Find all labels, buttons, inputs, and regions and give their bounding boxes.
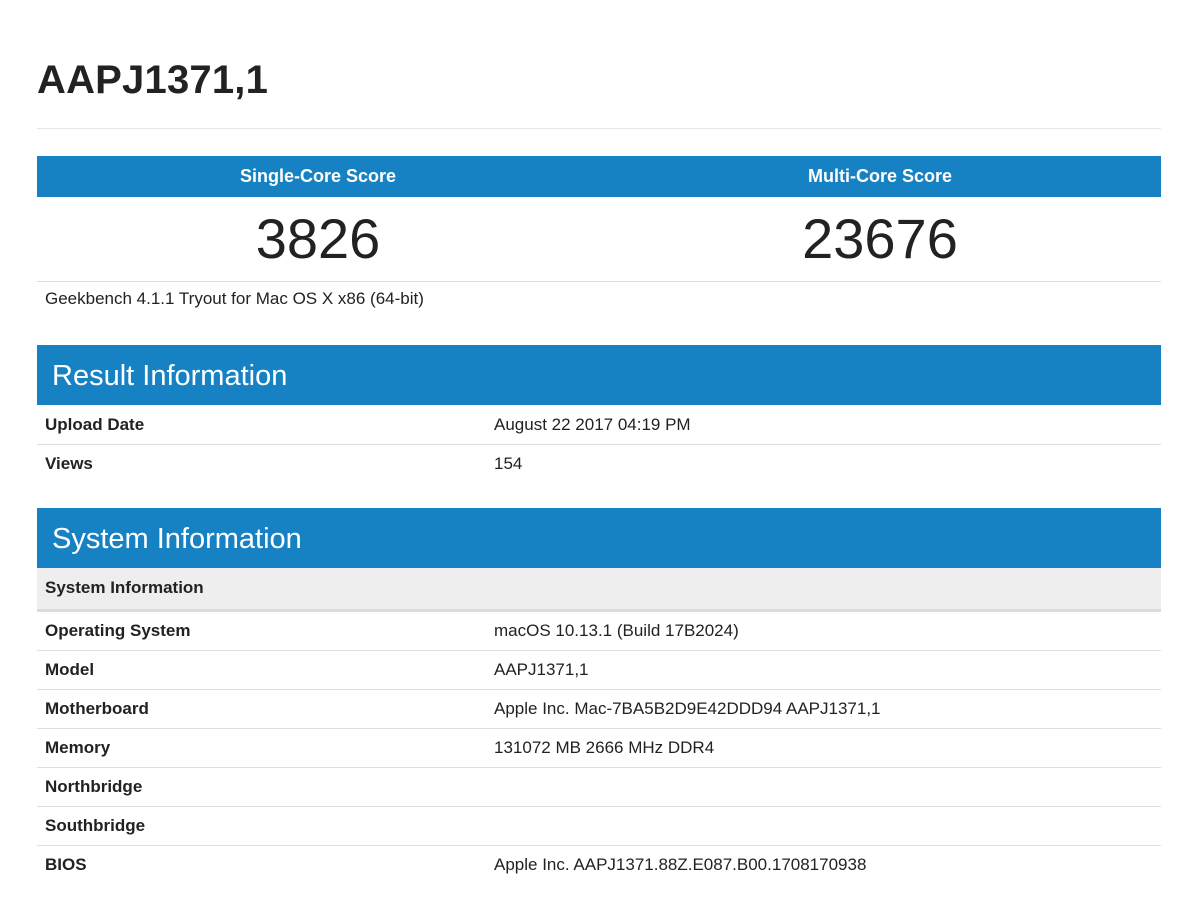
row-label: Southbridge — [45, 816, 146, 835]
row-value: August 22 2017 04:19 PM — [494, 415, 691, 434]
row-label: Northbridge — [45, 777, 143, 796]
single-core-score: 3826 — [255, 207, 381, 270]
table-row: Operating System macOS 10.13.1 (Build 17… — [37, 612, 1161, 651]
table-row: Northbridge — [37, 768, 1161, 807]
result-information-heading: Result Information — [37, 345, 1161, 405]
table-row: Model AAPJ1371,1 — [37, 651, 1161, 690]
row-label: Motherboard — [45, 699, 149, 718]
row-value: AAPJ1371,1 — [494, 660, 589, 679]
title-divider — [37, 128, 1161, 129]
row-label: BIOS — [45, 855, 87, 874]
subheading-label: System Information — [45, 578, 204, 597]
row-label: Views — [45, 454, 93, 473]
table-row: Views 154 — [37, 445, 1161, 483]
table-row: Motherboard Apple Inc. Mac-7BA5B2D9E42DD… — [37, 690, 1161, 729]
row-label: Model — [45, 660, 95, 679]
score-table: Single-Core Score 3826 Multi-Core Score … — [37, 156, 1161, 282]
row-value: Apple Inc. AAPJ1371.88Z.E087.B00.1708170… — [494, 855, 867, 874]
result-information-table: Upload Date August 22 2017 04:19 PM View… — [37, 406, 1161, 483]
row-label: Operating System — [45, 621, 191, 640]
page-title: AAPJ1371,1 — [37, 58, 269, 102]
multi-core-column: Multi-Core Score 23676 — [599, 156, 1161, 281]
single-core-header: Single-Core Score — [37, 156, 599, 197]
benchmark-version-text: Geekbench 4.1.1 Tryout for Mac OS X x86 … — [45, 289, 424, 308]
system-information-heading: System Information — [37, 508, 1161, 568]
row-value: macOS 10.13.1 (Build 17B2024) — [494, 621, 739, 640]
table-row: BIOS Apple Inc. AAPJ1371.88Z.E087.B00.17… — [37, 846, 1161, 884]
row-label: Memory — [45, 738, 111, 757]
table-row: Memory 131072 MB 2666 MHz DDR4 — [37, 729, 1161, 768]
multi-core-header: Multi-Core Score — [599, 156, 1161, 197]
single-core-column: Single-Core Score 3826 — [37, 156, 599, 281]
table-row: Southbridge — [37, 807, 1161, 846]
table-row: Upload Date August 22 2017 04:19 PM — [37, 406, 1161, 445]
system-information-subheading: System Information — [37, 568, 1161, 612]
row-value: 154 — [494, 454, 523, 473]
multi-core-score: 23676 — [802, 207, 958, 270]
row-value: Apple Inc. Mac-7BA5B2D9E42DDD94 AAPJ1371… — [494, 699, 881, 718]
row-value: 131072 MB 2666 MHz DDR4 — [494, 738, 715, 757]
row-label: Upload Date — [45, 415, 145, 434]
system-information-table: Operating System macOS 10.13.1 (Build 17… — [37, 612, 1161, 884]
